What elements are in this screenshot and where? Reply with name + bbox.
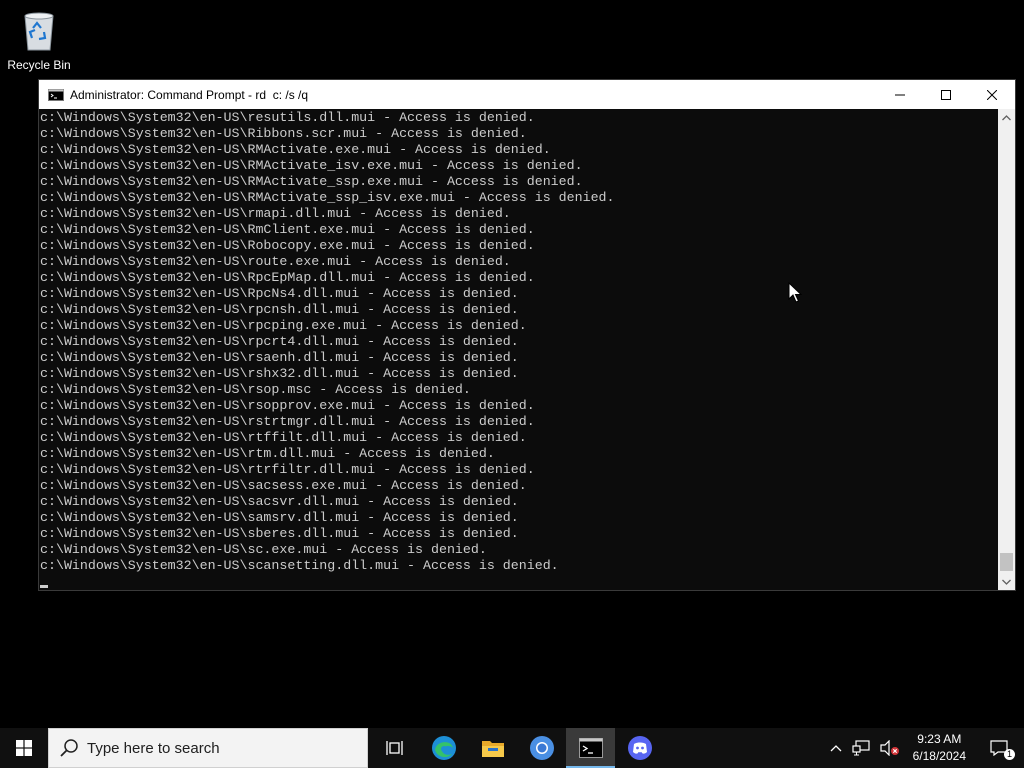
start-button[interactable] [0,728,48,768]
console-line: c:\Windows\System32\en-US\sacsess.exe.mu… [40,478,527,493]
console-line: c:\Windows\System32\en-US\RmClient.exe.m… [40,222,535,237]
console-line: c:\Windows\System32\en-US\RMActivate_isv… [40,158,583,173]
console-line: c:\Windows\System32\en-US\rstrtmgr.dll.m… [40,414,535,429]
vertical-scrollbar[interactable] [998,109,1015,590]
console-line: c:\Windows\System32\en-US\RMActivate_ssp… [40,190,615,205]
mouse-pointer-icon [788,282,802,303]
console-line: c:\Windows\System32\en-US\rsopprov.exe.m… [40,398,535,413]
close-button[interactable] [969,80,1015,109]
chrome-taskbar-button[interactable] [517,728,566,768]
console-line: c:\Windows\System32\en-US\sberes.dll.mui… [40,526,519,541]
edge-icon [431,736,456,760]
maximize-button[interactable] [923,80,969,109]
taskbar: Type here to search 9:23 AM 6/18/2024 1 [0,728,1024,768]
console-line: c:\Windows\System32\en-US\route.exe.mui … [40,254,511,269]
console-line: c:\Windows\System32\en-US\Ribbons.scr.mu… [40,126,527,141]
command-prompt-taskbar-button[interactable] [566,728,615,768]
volume-button[interactable] [875,728,905,768]
command-prompt-icon [578,738,603,758]
network-icon [852,740,870,756]
console-line: c:\Windows\System32\en-US\rpcnsh.dll.mui… [40,302,519,317]
console-line: c:\Windows\System32\en-US\sc.exe.mui - A… [40,542,487,557]
chevron-down-icon [1002,579,1011,585]
search-icon [60,739,78,757]
console-line: c:\Windows\System32\en-US\rpcping.exe.mu… [40,318,527,333]
console-line: c:\Windows\System32\en-US\RMActivate.exe… [40,142,551,157]
minimize-button[interactable] [877,80,923,109]
recycle-bin-label: Recycle Bin [7,58,71,72]
volume-muted-icon [880,740,899,756]
task-view-icon [385,741,403,755]
task-view-button[interactable] [370,728,419,768]
recycle-bin-shortcut[interactable]: Recycle Bin [6,6,72,72]
scroll-down-button[interactable] [998,573,1015,590]
chevron-up-icon [1002,114,1011,120]
console-line: c:\Windows\System32\en-US\sacsvr.dll.mui… [40,494,519,509]
window-title: Administrator: Command Prompt - rd c: /s… [70,87,309,102]
console-line: c:\Windows\System32\en-US\RMActivate_ssp… [40,174,583,189]
console-line: c:\Windows\System32\en-US\rtffilt.dll.mu… [40,430,527,445]
file-explorer-icon [481,741,504,757]
discord-icon [627,736,652,760]
maximize-icon [941,89,951,100]
console-line: c:\Windows\System32\en-US\rmapi.dll.mui … [40,206,511,221]
minimize-icon [895,94,905,95]
scroll-up-button[interactable] [998,109,1015,126]
close-icon [987,89,997,100]
console-line: c:\Windows\System32\en-US\RpcNs4.dll.mui… [40,286,519,301]
search-placeholder: Type here to search [87,739,220,757]
console-line: c:\Windows\System32\en-US\Robocopy.exe.m… [40,238,535,253]
console-line: c:\Windows\System32\en-US\rpcrt4.dll.mui… [40,334,519,349]
action-center-button[interactable]: 1 [974,728,1024,768]
console-lines: c:\Windows\System32\en-US\resutils.dll.m… [40,110,615,574]
scrollbar-thumb[interactable] [1000,553,1013,571]
notification-count-badge: 1 [1004,749,1015,760]
console-line: c:\Windows\System32\en-US\rtm.dll.mui - … [40,446,495,461]
clock-date: 6/18/2024 [912,749,966,763]
console-line: c:\Windows\System32\en-US\rsaenh.dll.mui… [40,350,519,365]
console-line: c:\Windows\System32\en-US\RpcEpMap.dll.m… [40,270,535,285]
system-tray: 9:23 AM 6/18/2024 1 [825,728,1024,768]
file-explorer-taskbar-button[interactable] [468,728,517,768]
chrome-icon [529,736,554,760]
discord-taskbar-button[interactable] [615,728,664,768]
text-cursor [40,585,48,588]
desktop: Recycle Bin Administrator: Command Promp… [0,0,1024,728]
network-button[interactable] [847,728,875,768]
clock-time: 9:23 AM [917,732,962,746]
windows-logo-icon [16,740,32,756]
console-line: c:\Windows\System32\en-US\resutils.dll.m… [40,110,535,125]
chevron-up-icon [830,745,842,752]
cmd-icon [48,88,64,101]
console-line: c:\Windows\System32\en-US\scansetting.dl… [40,558,559,573]
window-titlebar[interactable]: Administrator: Command Prompt - rd c: /s… [39,80,1015,109]
console-line: c:\Windows\System32\en-US\samsrv.dll.mui… [40,510,519,525]
console-line: c:\Windows\System32\en-US\rtrfiltr.dll.m… [40,462,535,477]
console-line: c:\Windows\System32\en-US\rshx32.dll.mui… [40,366,519,381]
console-line: c:\Windows\System32\en-US\rsop.msc - Acc… [40,382,471,397]
command-prompt-window[interactable]: Administrator: Command Prompt - rd c: /s… [38,79,1016,591]
console-output[interactable]: c:\Windows\System32\en-US\resutils.dll.m… [39,109,1000,590]
taskbar-clock[interactable]: 9:23 AM 6/18/2024 [905,731,974,765]
show-hidden-icons-button[interactable] [825,728,847,768]
edge-taskbar-button[interactable] [419,728,468,768]
taskbar-search-box[interactable]: Type here to search [48,728,368,768]
recycle-bin-icon [24,12,54,51]
